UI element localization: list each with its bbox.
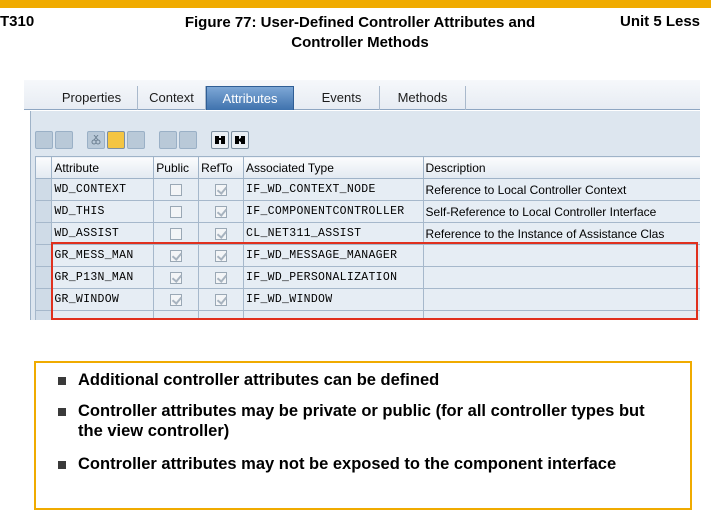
attributes-table: Attribute Public RefTo Associated Type D… xyxy=(34,156,700,320)
table-row[interactable]: WD_THIS IF_COMPONENTCONTROLLER Self-Refe… xyxy=(34,200,700,223)
empty-table-row[interactable] xyxy=(34,310,700,320)
associated-type-cell[interactable]: IF_COMPONENTCONTROLLER xyxy=(243,200,424,223)
accent-bar xyxy=(0,0,711,8)
table-row[interactable]: GR_WINDOW IF_WD_WINDOW xyxy=(34,288,700,311)
column-header-attribute[interactable]: Attribute xyxy=(51,156,155,179)
description-cell[interactable]: Reference to Local Controller Context xyxy=(422,178,700,201)
row-selector[interactable] xyxy=(34,266,53,289)
bullet-square-icon xyxy=(58,377,66,385)
insert-row-icon[interactable] xyxy=(35,131,53,149)
figure-title-line2: Controller Methods xyxy=(291,34,429,51)
tab-context[interactable]: Context xyxy=(138,86,206,110)
course-code: T310 xyxy=(0,13,35,30)
refto-checkbox[interactable] xyxy=(198,288,245,311)
table-row[interactable]: GR_P13N_MAN IF_WD_PERSONALIZATION xyxy=(34,266,700,289)
empty-cell[interactable] xyxy=(198,310,245,320)
delete-row-icon[interactable] xyxy=(55,131,73,149)
row-selector[interactable] xyxy=(34,310,53,320)
public-checkbox[interactable] xyxy=(153,200,200,223)
empty-cell[interactable] xyxy=(422,310,700,320)
attribute-cell[interactable]: GR_P13N_MAN xyxy=(51,266,155,289)
description-cell[interactable] xyxy=(422,244,700,267)
associated-type-cell[interactable]: IF_WD_WINDOW xyxy=(243,288,424,311)
tab-properties[interactable]: Properties xyxy=(46,86,138,110)
bullet-square-icon xyxy=(58,461,66,469)
table-row[interactable]: WD_ASSIST CL_NET311_ASSIST Reference to … xyxy=(34,222,700,245)
associated-type-cell[interactable]: IF_WD_CONTEXT_NODE xyxy=(243,178,424,201)
controller-editor-screenshot: Properties Context Attributes Events Met… xyxy=(24,80,700,320)
public-checkbox[interactable] xyxy=(153,288,200,311)
copy-icon[interactable] xyxy=(107,131,125,149)
public-checkbox[interactable] xyxy=(153,178,200,201)
details-icon[interactable] xyxy=(159,131,177,149)
description-cell[interactable]: Self-Reference to Local Controller Inter… xyxy=(422,200,700,223)
key-points-box: Additional controller attributes can be … xyxy=(34,361,692,510)
associated-type-cell[interactable]: IF_WD_MESSAGE_MANAGER xyxy=(243,244,424,267)
figure-title-line1: Figure 77: User-Defined Controller Attri… xyxy=(184,14,536,31)
associated-type-cell[interactable]: CL_NET311_ASSIST xyxy=(243,222,424,245)
row-selector-header[interactable] xyxy=(34,156,53,179)
tab-attributes[interactable]: Attributes xyxy=(206,86,294,110)
refto-checkbox[interactable] xyxy=(198,266,245,289)
public-checkbox[interactable] xyxy=(153,266,200,289)
table-row[interactable]: WD_CONTEXT IF_WD_CONTEXT_NODE Reference … xyxy=(34,178,700,201)
attribute-cell[interactable]: WD_CONTEXT xyxy=(51,178,155,201)
column-header-public[interactable]: Public xyxy=(153,156,200,179)
find-icon[interactable] xyxy=(211,131,229,149)
refto-checkbox[interactable] xyxy=(198,200,245,223)
column-header-associated-type[interactable]: Associated Type xyxy=(243,156,424,179)
refto-checkbox[interactable] xyxy=(198,244,245,267)
row-selector[interactable] xyxy=(34,244,53,267)
description-cell[interactable]: Reference to the Instance of Assistance … xyxy=(422,222,700,245)
tab-events[interactable]: Events xyxy=(304,86,380,110)
empty-cell[interactable] xyxy=(243,310,424,320)
bullet-square-icon xyxy=(58,408,66,416)
column-header-description[interactable]: Description xyxy=(422,156,700,179)
tab-strip: Properties Context Attributes Events Met… xyxy=(24,80,700,110)
attribute-cell[interactable]: GR_MESS_MAN xyxy=(51,244,155,267)
refto-checkbox[interactable] xyxy=(198,178,245,201)
row-selector[interactable] xyxy=(34,288,53,311)
cut-icon[interactable] xyxy=(87,131,105,149)
public-checkbox[interactable] xyxy=(153,244,200,267)
attribute-cell[interactable]: WD_ASSIST xyxy=(51,222,155,245)
table-row[interactable]: GR_MESS_MAN IF_WD_MESSAGE_MANAGER xyxy=(34,244,700,267)
paste-icon[interactable] xyxy=(127,131,145,149)
unit-label: Unit 5 Less xyxy=(620,13,701,30)
attribute-cell[interactable]: WD_THIS xyxy=(51,200,155,223)
row-selector[interactable] xyxy=(34,178,53,201)
empty-cell[interactable] xyxy=(51,310,155,320)
print-icon[interactable] xyxy=(179,131,197,149)
bullet-text: Controller attributes may not be exposed… xyxy=(78,455,617,473)
row-selector[interactable] xyxy=(34,200,53,223)
attributes-panel: Attribute Public RefTo Associated Type D… xyxy=(30,111,700,320)
refto-checkbox[interactable] xyxy=(198,222,245,245)
row-selector[interactable] xyxy=(34,222,53,245)
public-checkbox[interactable] xyxy=(153,222,200,245)
associated-type-cell[interactable]: IF_WD_PERSONALIZATION xyxy=(243,266,424,289)
empty-cell[interactable] xyxy=(153,310,200,320)
bullet-text: Additional controller attributes can be … xyxy=(78,371,440,389)
description-cell[interactable] xyxy=(422,266,700,289)
find-next-icon[interactable] xyxy=(231,131,249,149)
attribute-cell[interactable]: GR_WINDOW xyxy=(51,288,155,311)
description-cell[interactable] xyxy=(422,288,700,311)
table-header-row: Attribute Public RefTo Associated Type D… xyxy=(34,156,700,179)
bullet-text: Controller attributes may be private or … xyxy=(78,402,645,440)
column-header-refto[interactable]: RefTo xyxy=(198,156,245,179)
tab-methods[interactable]: Methods xyxy=(380,86,466,110)
figure-title: Figure 77: User-Defined Controller Attri… xyxy=(150,13,570,53)
